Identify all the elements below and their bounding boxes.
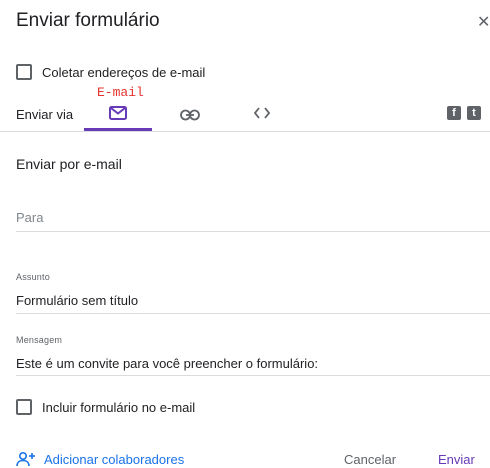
close-icon[interactable]: ✕ — [477, 12, 490, 32]
dialog-title: Enviar formulário — [16, 10, 160, 31]
collect-emails-checkbox[interactable] — [16, 64, 32, 80]
tab-email[interactable] — [106, 103, 130, 123]
collect-emails-label: Coletar endereços de e-mail — [42, 65, 206, 80]
twitter-icon[interactable]: t — [467, 106, 481, 120]
tabs-divider — [0, 131, 490, 132]
facebook-icon[interactable]: f — [447, 106, 461, 120]
subject-field-underline — [16, 313, 490, 314]
tab-link[interactable] — [178, 105, 202, 125]
section-title: Enviar por e-mail — [16, 156, 122, 172]
send-button[interactable]: Enviar — [438, 452, 475, 467]
send-via-label: Enviar via — [16, 107, 74, 122]
include-form-checkbox[interactable] — [16, 399, 32, 415]
add-collaborators-label: Adicionar colaboradores — [44, 451, 185, 467]
add-person-icon — [16, 451, 35, 467]
subject-label: Assunto — [16, 272, 50, 282]
message-label: Mensagem — [16, 335, 63, 345]
message-field-underline — [16, 375, 490, 376]
add-collaborators-button[interactable]: Adicionar colaboradores — [16, 451, 184, 467]
message-field[interactable]: Este é um convite para você preencher o … — [16, 356, 318, 371]
link-icon — [180, 109, 200, 121]
to-field[interactable]: Para — [16, 210, 43, 225]
include-form-label: Incluir formulário no e-mail — [42, 400, 196, 415]
email-annotation: E-mail — [97, 85, 144, 100]
tab-embed[interactable] — [250, 103, 274, 123]
subject-field[interactable]: Formulário sem título — [16, 293, 138, 308]
mail-icon — [109, 106, 127, 120]
cancel-button[interactable]: Cancelar — [344, 452, 396, 467]
code-icon — [254, 107, 270, 119]
to-field-underline — [16, 231, 490, 232]
